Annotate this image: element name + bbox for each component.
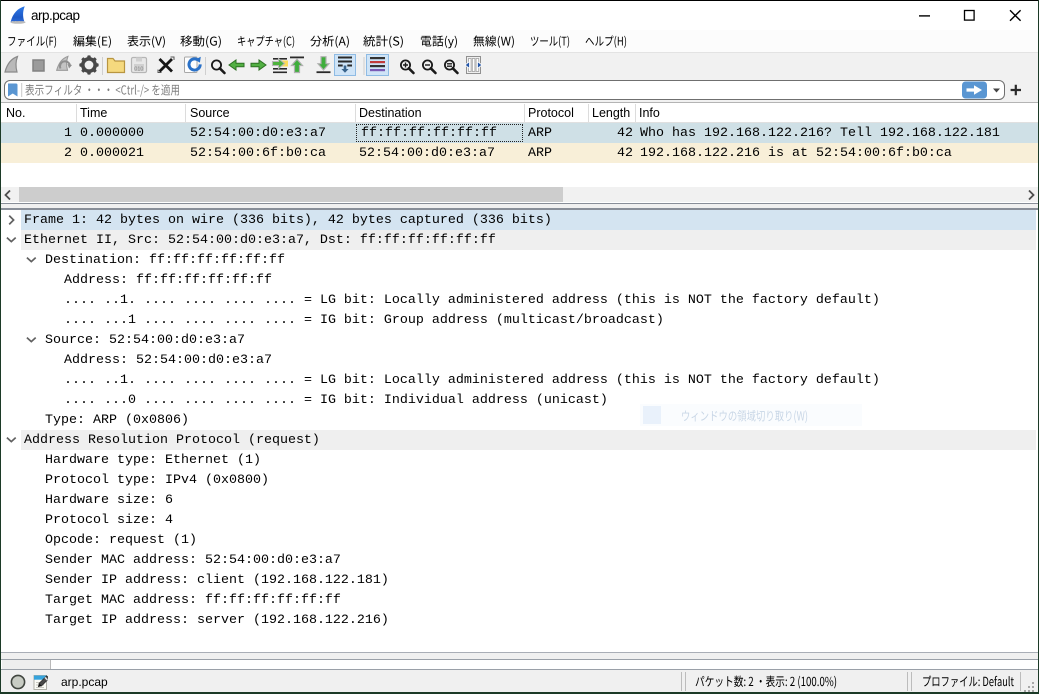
svg-text:010: 010	[134, 67, 143, 73]
